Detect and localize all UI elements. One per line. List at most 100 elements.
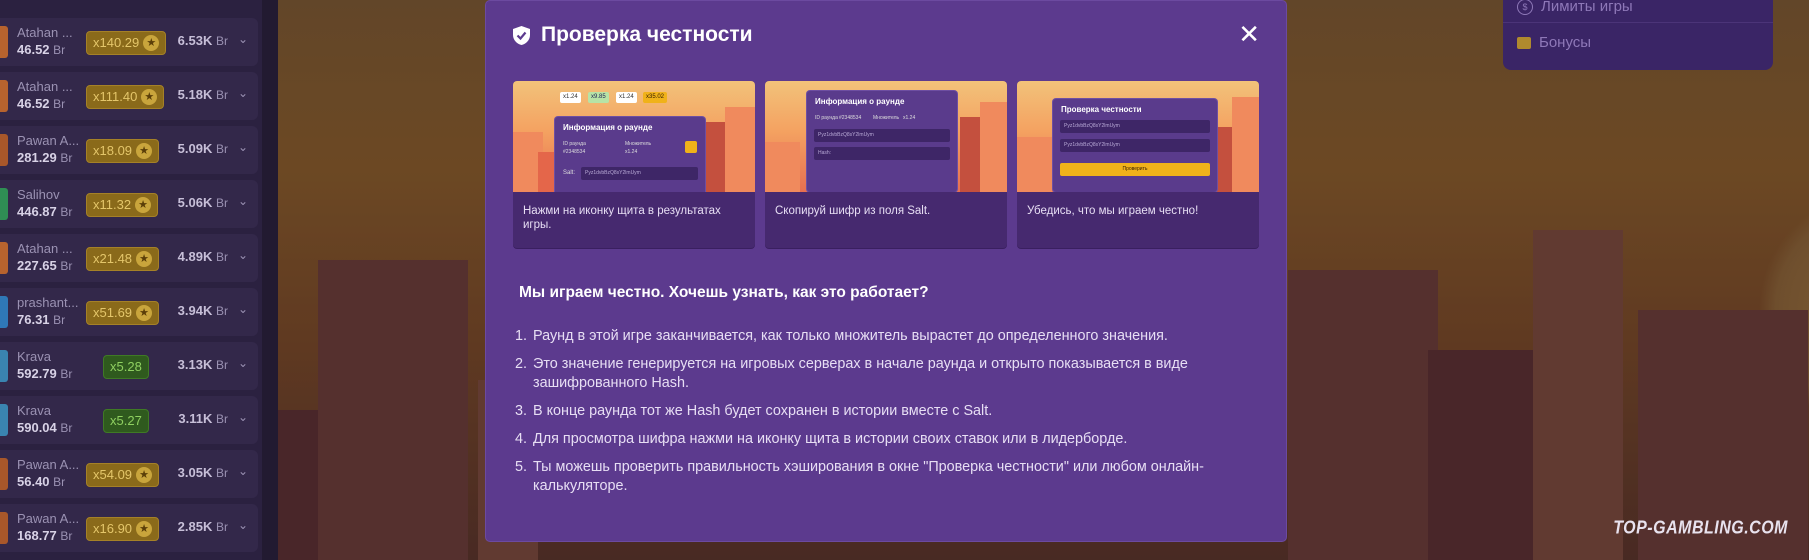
- bet-player-name: Pawan A...: [17, 457, 80, 472]
- star-icon: ★: [136, 305, 153, 321]
- bet-amount: 168.77 Br: [17, 528, 73, 543]
- avatar: [0, 296, 8, 328]
- round-info-popup: Информация о раунде ID раунда #2348534 М…: [555, 117, 705, 192]
- bet-multiplier-badge: x18.09 ★: [86, 139, 160, 163]
- chevron-down-icon[interactable]: ⌄: [238, 194, 248, 208]
- gift-icon: [1517, 36, 1531, 49]
- history-tag: x9.85: [588, 92, 609, 103]
- bet-win-amount: 3.05K Br: [177, 465, 228, 480]
- limits-icon: $: [1517, 0, 1533, 15]
- illustration-building: [980, 102, 1007, 192]
- bet-amount: 76.31 Br: [17, 312, 66, 327]
- bet-multiplier-badge: x5.27: [103, 409, 149, 433]
- modal-title: Проверка честности: [512, 23, 753, 47]
- bet-win-amount: 2.85K Br: [177, 519, 228, 534]
- shield-icon: [513, 25, 530, 45]
- bet-row[interactable]: Salihov 446.87 Br x11.32 ★ 5.06K Br ⌄: [0, 180, 258, 228]
- history-tag: x35.02: [643, 92, 668, 103]
- bet-row[interactable]: Atahan ... 46.52 Br x111.40 ★ 5.18K Br ⌄: [0, 72, 258, 120]
- round-id-label: ID раунда: [563, 141, 586, 147]
- step-card-2: Информация о раунде ID раунда #2348534 М…: [765, 81, 1007, 248]
- bet-player-name: Salihov: [17, 187, 60, 202]
- chevron-down-icon[interactable]: ⌄: [238, 410, 248, 424]
- round-info-title: Информация о раунде: [563, 123, 653, 132]
- bets-list: Atahan ... 46.52 Br x140.29 ★ 6.53K Br ⌄ Ataha…: [0, 0, 262, 560]
- bet-player-name: Atahan ...: [17, 241, 73, 256]
- history-tag: x1.24: [616, 92, 637, 103]
- step-illustration-2: Информация о раунде ID раунда #2348534 М…: [765, 81, 1007, 192]
- history-tag: x1.24: [560, 92, 581, 103]
- bet-multiplier-badge: x5.28: [103, 355, 149, 379]
- bet-row[interactable]: Atahan ... 227.65 Br x21.48 ★ 4.89K Br ⌄: [0, 234, 258, 282]
- chevron-down-icon[interactable]: ⌄: [238, 32, 248, 46]
- star-icon: ★: [135, 197, 152, 213]
- bet-row[interactable]: prashant... 76.31 Br x51.69 ★ 3.94K Br ⌄: [0, 288, 258, 336]
- multiplier-value: x1.24: [625, 149, 638, 155]
- chevron-down-icon[interactable]: ⌄: [238, 302, 248, 316]
- bet-win-amount: 4.89K Br: [177, 249, 228, 264]
- menu-divider: [1503, 22, 1773, 23]
- round-info-popup: Информация о раунде ID раунда #2348534 М…: [807, 91, 957, 192]
- hash-field: Hash:: [814, 147, 950, 160]
- avatar: [0, 134, 8, 166]
- bet-amount: 590.04 Br: [17, 420, 73, 435]
- chevron-down-icon[interactable]: ⌄: [238, 518, 248, 532]
- round-id-value: #2348534: [839, 115, 862, 121]
- bet-amount: 281.29 Br: [17, 150, 73, 165]
- chevron-down-icon[interactable]: ⌄: [238, 464, 248, 478]
- bet-amount: 46.52 Br: [17, 96, 66, 111]
- bet-amount: 227.65 Br: [17, 258, 73, 273]
- menu-item-bonuses[interactable]: Бонусы: [1517, 34, 1591, 51]
- avatar: [0, 26, 8, 58]
- explanation-heading: Мы играем честно. Хочешь узнать, как это…: [519, 284, 929, 301]
- bet-win-amount: 5.18K Br: [177, 87, 228, 102]
- menu-item-label: Лимиты игры: [1541, 0, 1633, 15]
- star-icon: ★: [136, 143, 153, 159]
- salt-field: Pyz1dvbBzQ8sY2lmUym: [581, 167, 698, 180]
- salt-field: Pyz1dvbBzQ8sY2lmUym: [814, 129, 950, 142]
- bet-win-amount: 5.09K Br: [177, 141, 228, 156]
- bet-amount: 446.87 Br: [17, 204, 73, 219]
- bet-player-name: Pawan A...: [17, 133, 80, 148]
- step-illustration-3: Проверка честности Pyz1dvbBzQ8sY2lmUym P…: [1017, 81, 1259, 192]
- bet-multiplier-badge: x54.09 ★: [86, 463, 160, 487]
- bets-panel: Atahan ... 46.52 Br x140.29 ★ 6.53K Br ⌄ Ataha…: [0, 0, 278, 560]
- bet-win-amount: 3.11K Br: [178, 411, 228, 426]
- explanation-list: 1. Раунд в этой игре заканчивается, как т…: [515, 327, 1255, 505]
- bet-multiplier-badge: x140.29 ★: [86, 31, 167, 55]
- chevron-down-icon[interactable]: ⌄: [238, 86, 248, 100]
- menu-item-game-limits[interactable]: $ Лимиты игры: [1517, 0, 1633, 15]
- bet-row[interactable]: Krava 590.04 Br x5.27 3.11K Br ⌄: [0, 396, 258, 444]
- fairness-check-popup: Проверка честности Pyz1dvbBzQ8sY2lmUym P…: [1053, 99, 1217, 192]
- modal-title-text: Проверка честности: [541, 23, 753, 46]
- bet-row[interactable]: Pawan A... 168.77 Br x16.90 ★ 2.85K Br ⌄: [0, 504, 258, 552]
- illustration-building: [1232, 97, 1259, 192]
- bet-multiplier-badge: x111.40 ★: [86, 85, 165, 109]
- steps-gallery: x1.24 x9.85 x1.24 x35.02 Информация о ра…: [513, 81, 1259, 248]
- bet-amount: 56.40 Br: [17, 474, 66, 489]
- watermark: TOP-GAMBLING.COM: [1613, 518, 1788, 539]
- multiplier-label: Множитель: [625, 141, 652, 147]
- bet-row[interactable]: Krava 592.79 Br x5.28 3.13K Br ⌄: [0, 342, 258, 390]
- chevron-down-icon[interactable]: ⌄: [238, 248, 248, 262]
- bet-multiplier-badge: x11.32 ★: [86, 193, 159, 217]
- bet-player-name: Atahan ...: [17, 25, 73, 40]
- chevron-down-icon[interactable]: ⌄: [238, 356, 248, 370]
- bet-row[interactable]: Pawan A... 56.40 Br x54.09 ★ 3.05K Br ⌄: [0, 450, 258, 498]
- bet-row[interactable]: Pawan A... 281.29 Br x18.09 ★ 5.09K Br ⌄: [0, 126, 258, 174]
- round-id-value: #2348534: [563, 149, 586, 155]
- avatar: [0, 350, 8, 382]
- step-caption-3: Убедись, что мы играем честно!: [1027, 205, 1199, 217]
- illustration-building: [765, 142, 800, 192]
- illustration-building: [725, 107, 755, 192]
- avatar: [0, 188, 8, 220]
- close-button[interactable]: ✕: [1238, 21, 1260, 47]
- star-icon: ★: [136, 467, 153, 483]
- bet-multiplier-badge: x51.69 ★: [86, 301, 160, 325]
- bet-row[interactable]: Atahan ... 46.52 Br x140.29 ★ 6.53K Br ⌄: [0, 18, 258, 66]
- list-item: 4. Для просмотра шифра нажми на иконку щи…: [515, 431, 1128, 447]
- chevron-down-icon[interactable]: ⌄: [238, 140, 248, 154]
- fairness-modal: Проверка честности ✕ x1.24 x9.85 x1.24 x…: [486, 1, 1286, 541]
- step-card-1: x1.24 x9.85 x1.24 x35.02 Информация о ра…: [513, 81, 755, 248]
- star-icon: ★: [141, 89, 158, 105]
